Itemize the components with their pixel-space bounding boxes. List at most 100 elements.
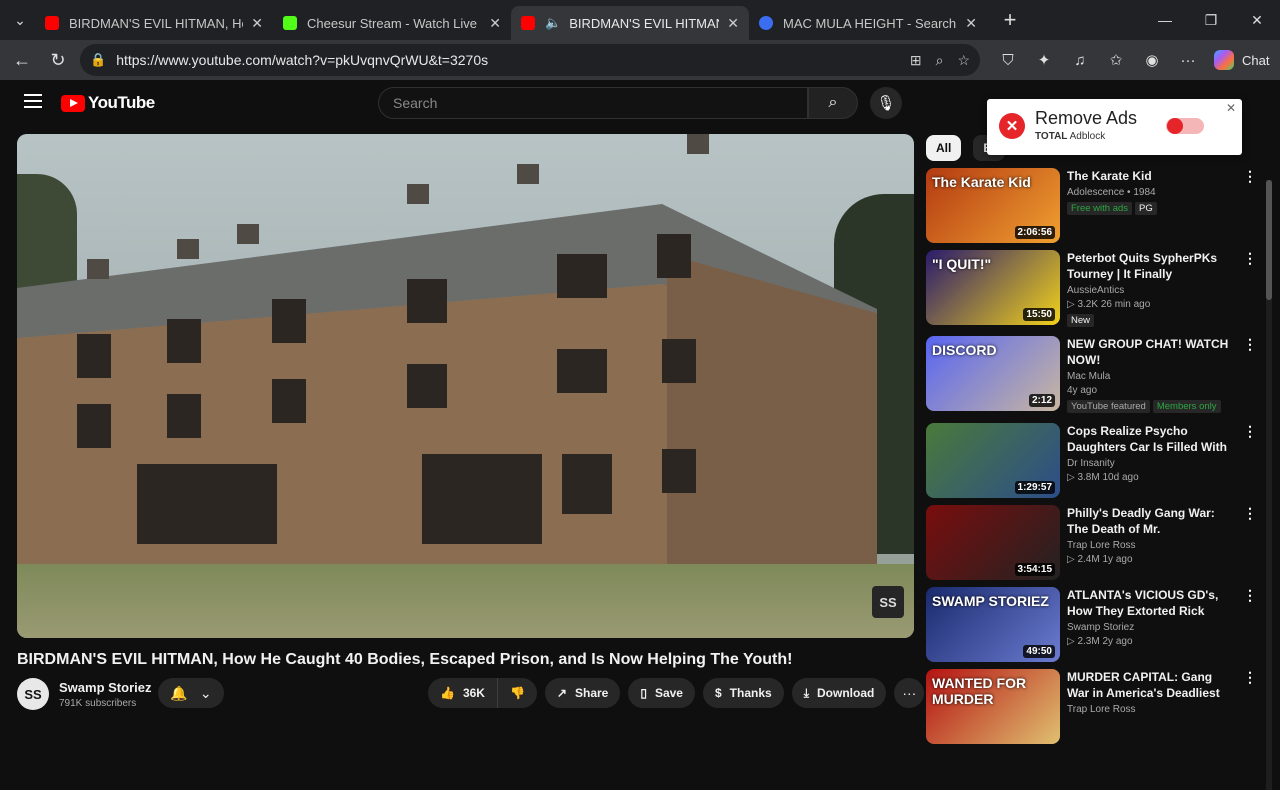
channel-name[interactable]: Swamp Storiez bbox=[59, 680, 151, 695]
lock-icon[interactable]: 🔒 bbox=[90, 52, 106, 68]
recommendation-channel-name: Dr Insanity bbox=[1067, 458, 1115, 469]
more-options-icon[interactable]: ⋮ bbox=[1243, 669, 1257, 686]
media-control-icon[interactable]: ♫ bbox=[1062, 52, 1098, 69]
recommendation-title[interactable]: ATLANTA's VICIOUS GD's, How They Extorte… bbox=[1067, 587, 1237, 619]
recommendation-channel[interactable]: Trap Lore Ross bbox=[1067, 704, 1237, 715]
close-popup-icon[interactable]: ✕ bbox=[1226, 101, 1236, 115]
address-bar[interactable]: 🔒 https://www.youtube.com/watch?v=pkUvqn… bbox=[80, 44, 980, 76]
new-tab-button[interactable]: + bbox=[995, 5, 1025, 35]
close-window-icon[interactable]: ✕ bbox=[1234, 0, 1280, 40]
recommendation-badge: New bbox=[1067, 314, 1095, 327]
tab-1[interactable]: Cheesur Stream - Watch Live on Kick ✕ bbox=[273, 6, 511, 40]
like-button[interactable]: 👍 36K bbox=[428, 678, 498, 708]
more-options-icon[interactable]: ⋮ bbox=[1243, 505, 1257, 522]
video-player[interactable]: SS bbox=[17, 134, 914, 638]
back-icon[interactable]: ← bbox=[4, 44, 40, 76]
recommendation-item[interactable]: "I QUIT!" 15:50 Peterbot Quits SypherPKs… bbox=[926, 250, 1271, 328]
recommendation-title[interactable]: NEW GROUP CHAT! WATCH NOW! bbox=[1067, 336, 1237, 368]
recommendation-thumbnail[interactable]: The Karate Kid 2:06:56 bbox=[926, 168, 1060, 243]
search-input[interactable]: Search bbox=[378, 87, 808, 119]
refresh-icon[interactable]: ↻ bbox=[40, 44, 76, 76]
adblock-toggle[interactable] bbox=[1166, 118, 1204, 134]
close-tab-icon[interactable]: ✕ bbox=[965, 15, 977, 32]
zoom-icon[interactable]: ⌕ bbox=[936, 52, 944, 69]
more-options-icon[interactable]: ··· bbox=[1170, 52, 1206, 69]
recommendation-item[interactable]: 1:29:57 Cops Realize Psycho Daughters Ca… bbox=[926, 423, 1271, 501]
dislike-button[interactable]: 👎 bbox=[497, 678, 537, 708]
thanks-button[interactable]: $ Thanks bbox=[702, 678, 784, 708]
url-text[interactable]: https://www.youtube.com/watch?v=pkUvqnvQ… bbox=[116, 52, 896, 68]
recommendation-item[interactable]: SWAMP STORIEZ 49:50 ATLANTA's VICIOUS GD… bbox=[926, 587, 1271, 665]
tab-2-active[interactable]: 🔈 BIRDMAN'S EVIL HITMAN, He Caught ✕ bbox=[511, 6, 749, 40]
favorites-icon[interactable]: ✩ bbox=[1098, 51, 1134, 69]
tab-title: MAC MULA HEIGHT - Search bbox=[783, 15, 957, 31]
download-button[interactable]: ⤓ Download bbox=[791, 678, 887, 708]
video-ground bbox=[17, 564, 914, 638]
recommendation-thumbnail[interactable]: "I QUIT!" 15:50 bbox=[926, 250, 1060, 325]
recommendation-thumbnail[interactable]: SWAMP STORIEZ 49:50 bbox=[926, 587, 1060, 662]
recommendation-channel[interactable]: Trap Lore Ross bbox=[1067, 540, 1237, 551]
more-options-icon[interactable]: ⋮ bbox=[1243, 168, 1257, 185]
copilot-chat-button[interactable]: Chat bbox=[1214, 50, 1269, 70]
tab-3[interactable]: MAC MULA HEIGHT - Search ✕ bbox=[749, 6, 987, 40]
recommendation-item[interactable]: The Karate Kid 2:06:56 The Karate Kid Ad… bbox=[926, 168, 1271, 246]
notification-bell-button[interactable]: 🔔 ⌄ bbox=[158, 678, 224, 708]
copilot-icon bbox=[1214, 50, 1234, 70]
voice-search-button[interactable]: 🎙 bbox=[870, 87, 902, 119]
youtube-play-icon bbox=[61, 94, 85, 112]
recommendation-channel[interactable]: Mac Mula bbox=[1067, 371, 1237, 382]
extensions-icon[interactable]: ✦ bbox=[1026, 51, 1062, 69]
tab-actions-menu-button[interactable]: ⌄ bbox=[5, 5, 35, 35]
more-actions-button[interactable]: ··· bbox=[894, 678, 925, 708]
recommendation-thumbnail[interactable]: 3:54:15 bbox=[926, 505, 1060, 580]
video-window bbox=[657, 234, 691, 278]
recommendation-title[interactable]: MURDER CAPITAL: Gang War in America's De… bbox=[1067, 669, 1237, 701]
recommendation-item[interactable]: DISCORD 2:12 NEW GROUP CHAT! WATCH NOW! … bbox=[926, 336, 1271, 414]
more-options-icon[interactable]: ⋮ bbox=[1243, 423, 1257, 440]
guide-menu-icon[interactable] bbox=[24, 94, 42, 108]
chip-all[interactable]: All bbox=[926, 135, 962, 161]
recommendation-title[interactable]: Philly's Deadly Gang War: The Death of M… bbox=[1067, 505, 1237, 537]
recommendation-item[interactable]: 3:54:15 Philly's Deadly Gang War: The De… bbox=[926, 505, 1271, 583]
recommendation-stats: 4y ago bbox=[1067, 385, 1098, 396]
app-available-icon[interactable]: ⊞ bbox=[910, 52, 922, 69]
tracking-prevention-icon[interactable]: ⛉ bbox=[990, 52, 1026, 69]
video-chimney bbox=[87, 259, 109, 279]
page-scrollbar[interactable] bbox=[1266, 180, 1272, 790]
share-button[interactable]: ↗ Share bbox=[544, 678, 621, 708]
recommendation-channel-name: Adolescence • 1984 bbox=[1067, 187, 1156, 198]
recommendation-thumbnail[interactable]: DISCORD 2:12 bbox=[926, 336, 1060, 411]
recommendation-item[interactable]: WANTED FOR MURDER MURDER CAPITAL: Gang W… bbox=[926, 669, 1271, 747]
search-button[interactable]: ⌕ bbox=[808, 87, 858, 119]
channel-watermark[interactable]: SS bbox=[872, 586, 904, 618]
close-tab-icon[interactable]: ✕ bbox=[251, 15, 263, 32]
profile-avatar-icon[interactable]: ◉ bbox=[1134, 51, 1170, 69]
favorite-star-icon[interactable]: ☆ bbox=[957, 52, 970, 69]
restore-icon[interactable]: ❐ bbox=[1188, 0, 1234, 40]
recommendation-channel[interactable]: Dr Insanity bbox=[1067, 458, 1237, 469]
thanks-label: Thanks bbox=[729, 686, 772, 700]
recommendation-stats: ▷ 3.2K 26 min ago bbox=[1067, 299, 1151, 310]
more-options-icon[interactable]: ⋮ bbox=[1243, 336, 1257, 353]
kick-favicon-icon bbox=[283, 16, 297, 30]
tab-0[interactable]: BIRDMAN'S EVIL HITMAN, How He Caught ✕ bbox=[35, 6, 273, 40]
close-tab-icon[interactable]: ✕ bbox=[727, 15, 739, 32]
recommendation-channel[interactable]: AussieAntics bbox=[1067, 285, 1237, 296]
recommendation-thumbnail[interactable]: 1:29:57 bbox=[926, 423, 1060, 498]
recommendation-title[interactable]: The Karate Kid bbox=[1067, 168, 1237, 184]
youtube-logo[interactable]: YouTube bbox=[61, 93, 155, 113]
more-options-icon[interactable]: ⋮ bbox=[1243, 250, 1257, 267]
recommendation-channel[interactable]: Swamp Storiez bbox=[1067, 622, 1237, 633]
recommendation-stats: ▷ 2.3M 2y ago bbox=[1067, 636, 1133, 647]
channel-avatar[interactable]: SS bbox=[17, 678, 49, 710]
save-button[interactable]: ▯ Save bbox=[628, 678, 695, 708]
video-window bbox=[77, 334, 111, 378]
more-options-icon[interactable]: ⋮ bbox=[1243, 587, 1257, 604]
recommendation-channel[interactable]: Adolescence • 1984 bbox=[1067, 187, 1237, 198]
recommendation-thumbnail[interactable]: WANTED FOR MURDER bbox=[926, 669, 1060, 744]
minimize-icon[interactable]: — bbox=[1142, 0, 1188, 40]
close-tab-icon[interactable]: ✕ bbox=[489, 15, 501, 32]
speaker-icon[interactable]: 🔈 bbox=[545, 15, 561, 31]
recommendation-title[interactable]: Peterbot Quits SypherPKs Tourney | It Fi… bbox=[1067, 250, 1237, 282]
recommendation-title[interactable]: Cops Realize Psycho Daughters Car Is Fil… bbox=[1067, 423, 1237, 455]
